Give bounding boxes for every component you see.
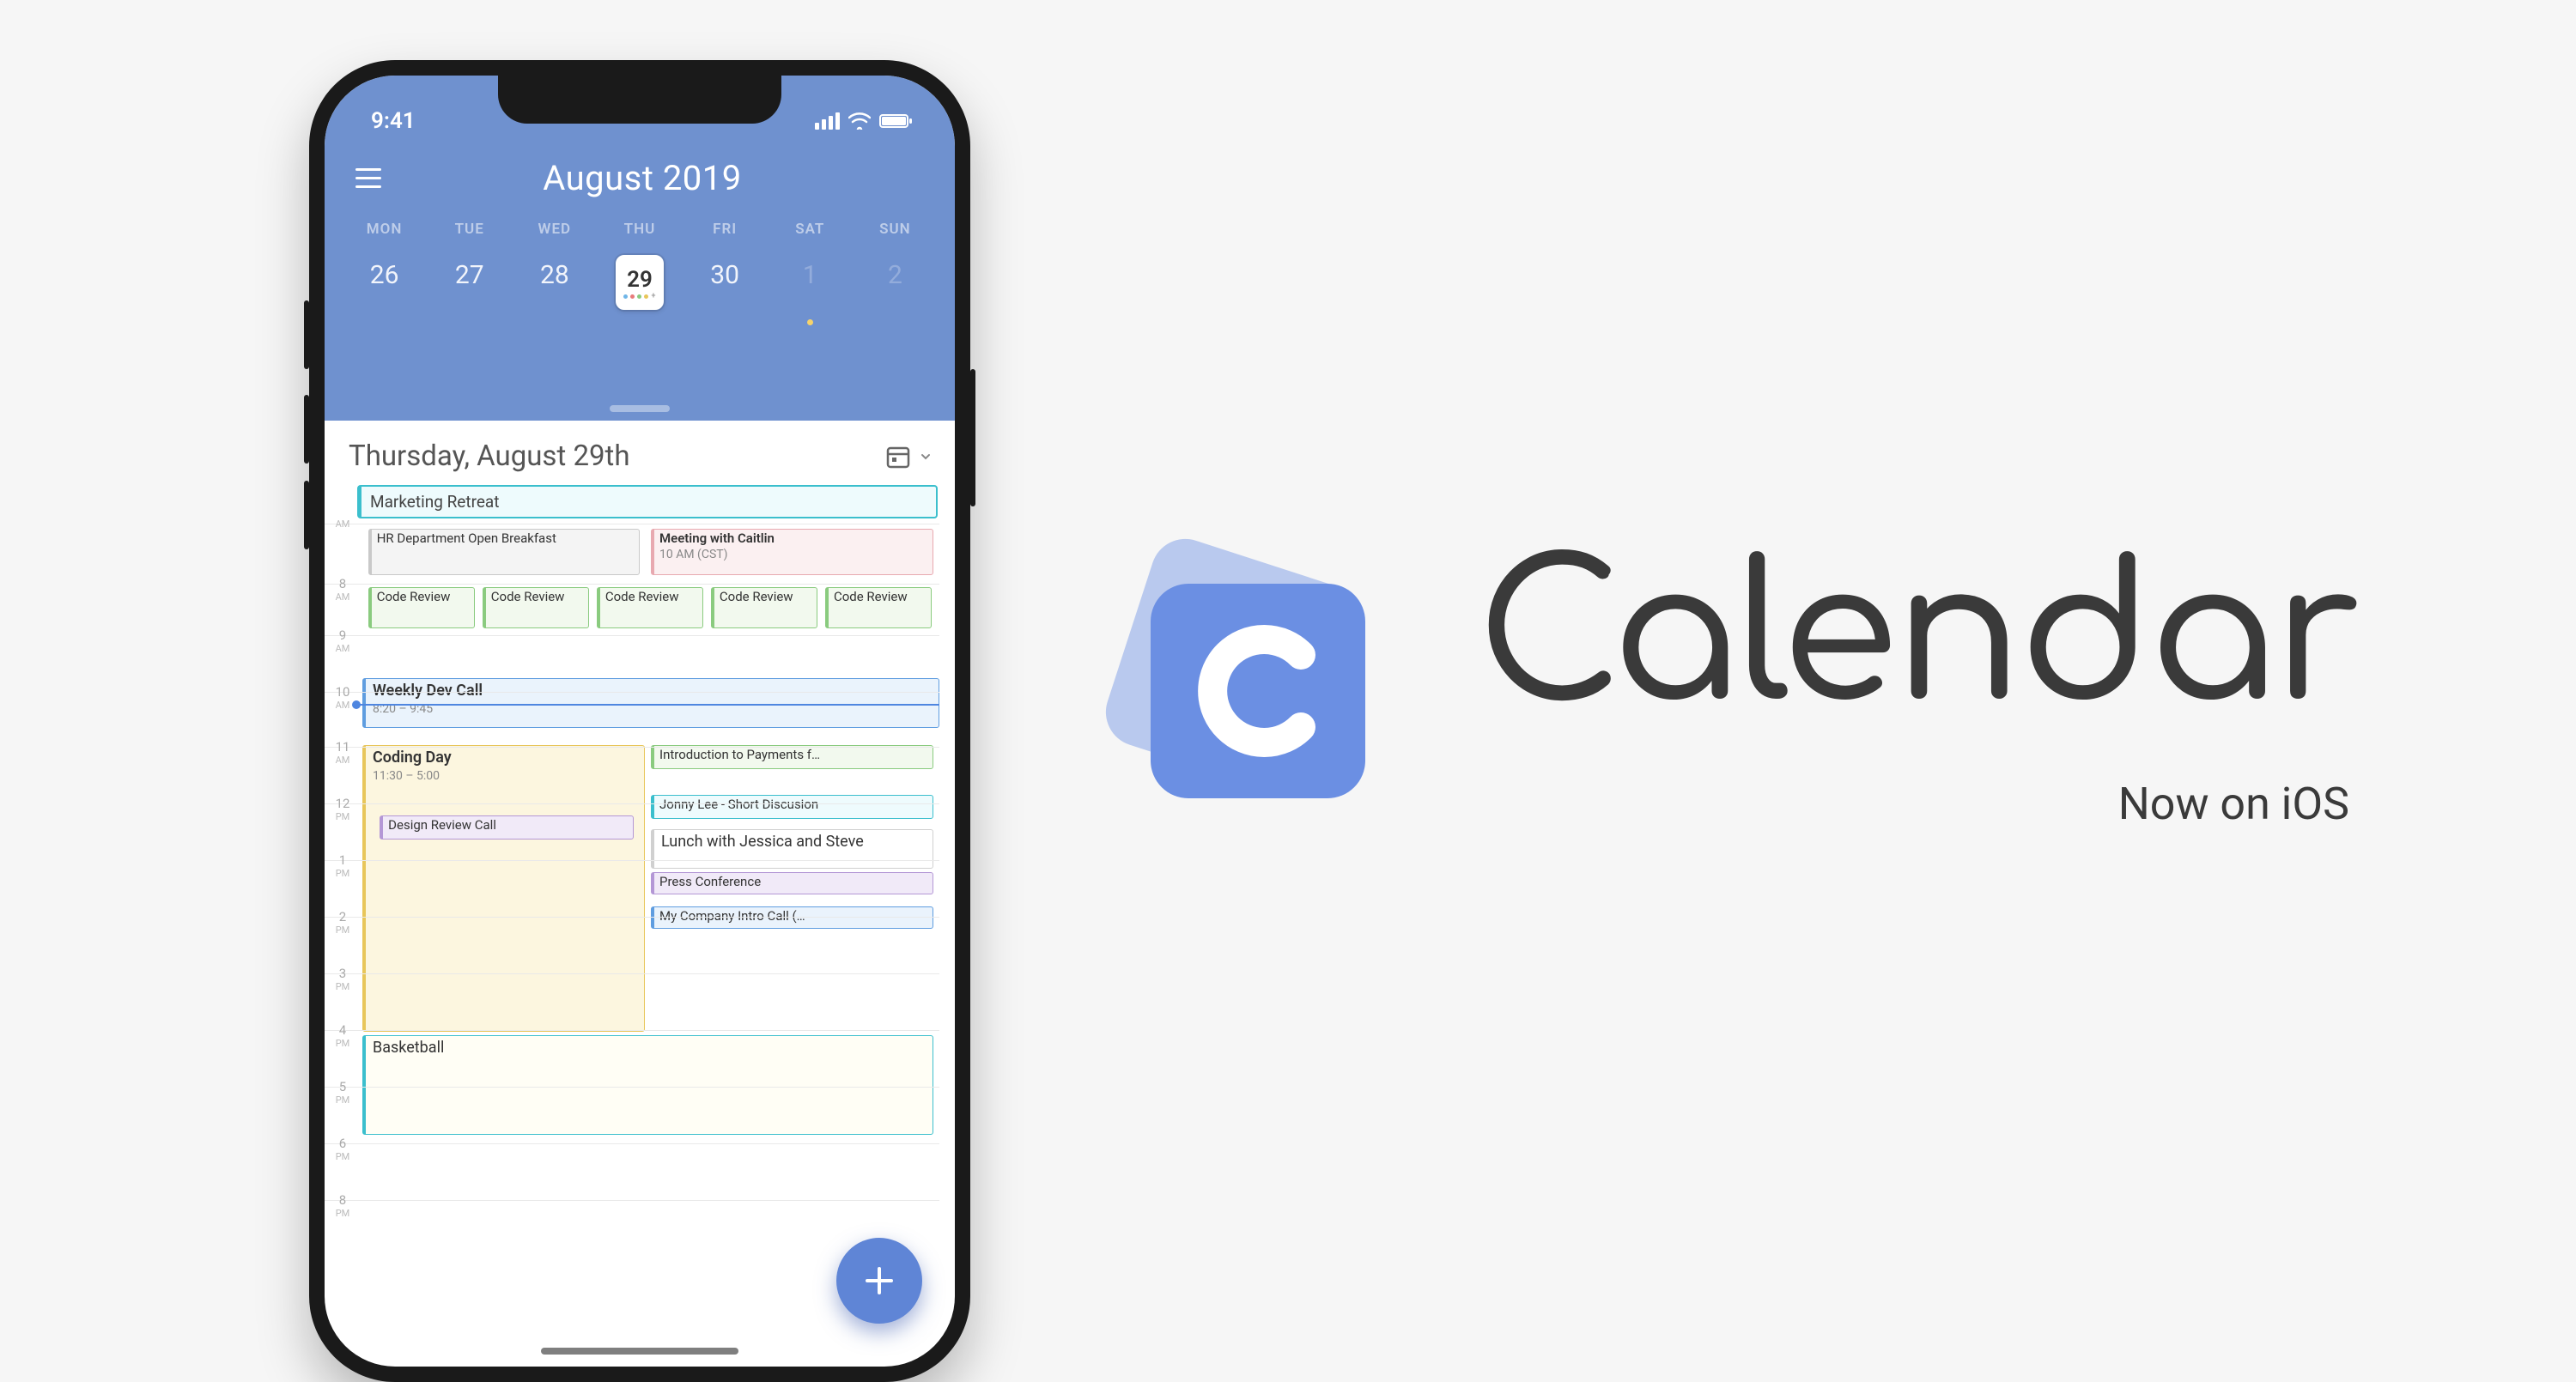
plus-icon [859,1260,900,1301]
event-meeting-caitlin[interactable]: Meeting with Caitlin10 AM (CST) [651,529,933,575]
date-cell[interactable]: 1 [768,253,853,330]
calendar-view-icon [886,443,915,470]
home-indicator[interactable] [541,1348,738,1355]
chevron-down-icon [920,452,931,462]
event-lunch[interactable]: Lunch with Jessica and Steve [651,829,933,869]
event-press-conference[interactable]: Press Conference [651,872,933,894]
all-day-event-title: Marketing Retreat [370,492,499,512]
hour-label: 6PM [330,1137,355,1161]
event-dot-icon [807,319,813,325]
event-company-intro[interactable]: My Company Intro Call (… [651,906,933,929]
event-design-review[interactable]: Design Review Call [380,815,634,840]
date-number: 1 [803,260,817,290]
hour-row: 4PM [325,1030,939,1031]
status-icons [815,112,914,130]
hour-label: 3PM [330,967,355,991]
hour-label: 4PM [330,1024,355,1048]
date-number: 30 [710,260,739,290]
date-cell[interactable]: 27 [427,253,512,330]
hour-label: AM [330,518,355,529]
event-code-review[interactable]: Code Review [825,587,932,628]
event-coding-day[interactable]: Coding Day11:30 – 5:00 [362,745,645,1032]
day-grid[interactable]: HR Department Open BreakfastMeeting with… [325,524,955,1367]
hour-row: 5PM [325,1087,939,1088]
hour-row: 1PM [325,860,939,861]
date-number: 28 [540,260,569,290]
event-code-review[interactable]: Code Review [483,587,589,628]
hour-label: 5PM [330,1081,355,1105]
hour-label: 1PM [330,854,355,878]
hour-label: 11AM [330,741,355,765]
phone-mockup: 9:41 August 2019 [309,60,970,1382]
event-code-review[interactable]: Code Review [368,587,475,628]
hour-row: 8AM [325,584,939,585]
logo-card [1151,584,1365,798]
current-time-indicator [357,704,939,706]
brand-subtitle: Now on iOS [2118,778,2349,830]
logo-c-icon [1181,614,1335,768]
drag-handle-icon[interactable] [610,405,670,412]
date-number: 2 [888,260,902,290]
page-root: 9:41 August 2019 [0,0,2576,1373]
weekday-label: SAT [768,221,853,238]
hour-row: 2PM [325,917,939,918]
marketing-block: Calendar Now on iOS [1116,0,2358,1373]
event-hr-breakfast[interactable]: HR Department Open Breakfast [368,529,640,575]
brand-word: Calendar [1477,544,2358,733]
app-logo [1116,549,1391,824]
signal-icon [815,112,840,130]
date-cell[interactable]: 2 [853,253,938,330]
brand-text: Calendar Now on iOS [1477,544,2358,830]
weekday-label: TUE [427,221,512,238]
selected-date: 29+ [616,255,664,310]
weekday-label: WED [512,221,597,238]
date-cell[interactable]: 30 [683,253,768,330]
hour-label: 12PM [330,797,355,821]
weekday-label: THU [597,221,682,238]
hour-row: 10AM [325,692,939,693]
date-cell[interactable]: 28 [512,253,597,330]
weekday-label: SUN [853,221,938,238]
day-subheader: Thursday, August 29th [325,421,955,485]
wifi-icon [848,112,871,130]
battery-icon [879,112,914,130]
hour-label: 2PM [330,911,355,935]
date-row: 26 27 28 29+ 30 1 2 [325,238,955,330]
app-header: 9:41 August 2019 [325,76,955,421]
date-number: 26 [370,260,399,290]
event-basketball[interactable]: Basketball [362,1035,933,1135]
phone-notch [498,76,781,124]
phone-screen: 9:41 August 2019 [325,76,955,1367]
view-switch-button[interactable] [886,443,931,470]
hour-row: 3PM [325,973,939,974]
event-jonny-lee[interactable]: Jonny Lee - Short Discusion [651,795,933,819]
date-cell[interactable]: 26 [342,253,427,330]
weekday-label: MON [342,221,427,238]
hour-row: 8PM [325,1200,939,1201]
status-time: 9:41 [371,108,416,134]
event-intro-payments[interactable]: Introduction to Payments f… [651,745,933,769]
day-label: Thursday, August 29th [349,439,630,473]
hour-label: 8PM [330,1194,355,1218]
hour-label: 8AM [330,578,355,602]
weekday-label: FRI [683,221,768,238]
weekday-row: MONTUEWEDTHUFRISATSUN [325,198,955,238]
hour-label: 9AM [330,629,355,653]
hour-row: 12PM [325,803,939,804]
hour-row: 6PM [325,1143,939,1144]
event-code-review[interactable]: Code Review [711,587,817,628]
month-title[interactable]: August 2019 [355,158,929,198]
event-weekly-dev[interactable]: Weekly Dev Call8:20 – 9:45 [362,678,939,728]
hour-row: 11AM [325,747,939,748]
event-code-review[interactable]: Code Review [597,587,703,628]
events-layer: HR Department Open BreakfastMeeting with… [362,524,939,1367]
date-number: 27 [455,260,484,290]
hour-row: 9AM [325,635,939,636]
date-cell[interactable]: 29+ [597,253,682,330]
hour-label: 10AM [330,686,355,710]
phone-frame: 9:41 August 2019 [309,60,970,1382]
all-day-event[interactable]: Marketing Retreat [357,485,938,518]
header-title-row: August 2019 [325,142,955,198]
add-event-button[interactable] [836,1238,922,1324]
